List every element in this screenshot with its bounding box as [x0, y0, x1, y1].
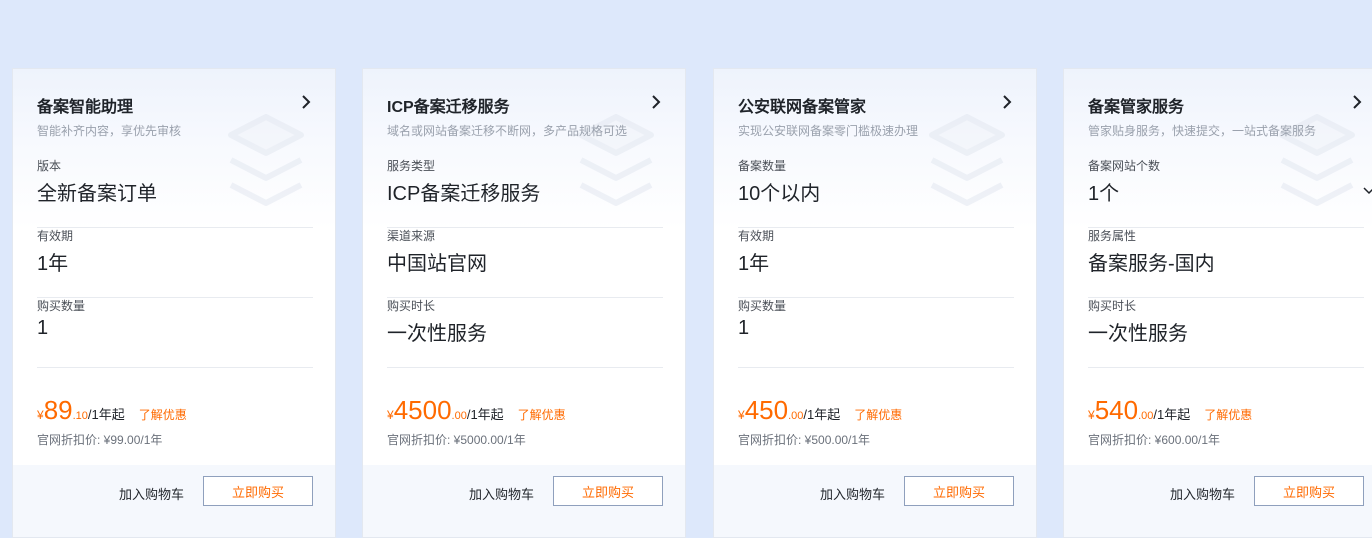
card-title[interactable]: 备案智能助理 — [37, 93, 133, 117]
spec-label: 有效期 — [738, 229, 775, 243]
spec-value: 1年 — [738, 253, 770, 275]
price-row: ¥4500.00/1年起 了解优惠 — [387, 395, 566, 426]
price-integer: 89 — [43, 395, 73, 425]
spec-label: 购买时长 — [1088, 299, 1137, 313]
add-to-cart-button[interactable]: 加入购物车 — [1170, 484, 1235, 503]
card-footer: 加入购物车 立即购买 — [1064, 465, 1372, 537]
price-integer: 540 — [1094, 395, 1139, 425]
chevron-right-icon[interactable] — [649, 93, 663, 111]
product-card: ICP备案迁移服务 域名或网站备案迁移不断网，多产品规格可选 服务类型 ICP备… — [362, 68, 686, 538]
price-unit: /1年起 — [1153, 407, 1191, 422]
card-title[interactable]: 公安联网备案管家 — [738, 93, 866, 117]
price-decimal: .00 — [1138, 410, 1154, 422]
spec-field: 服务属性 备案服务-国内 — [1088, 227, 1364, 298]
promo-link[interactable]: 了解优惠 — [139, 408, 187, 422]
price-unit: /1年起 — [466, 407, 504, 422]
price-currency: ¥ — [1088, 408, 1095, 422]
spec-field: 购买时长 一次性服务 — [1088, 297, 1364, 368]
buy-now-button[interactable]: 立即购买 — [203, 476, 313, 506]
card-subtitle: 管家贴身服务，快速提交，一站式备案服务 — [1088, 124, 1317, 138]
spec-value[interactable]: 1个 — [1088, 177, 1119, 206]
spec-value: ICP备案迁移服务 — [387, 183, 541, 205]
buy-now-button[interactable]: 立即购买 — [1254, 476, 1364, 506]
price-decimal: .00 — [788, 410, 804, 422]
spec-field: 渠道来源 中国站官网 — [387, 227, 663, 298]
price-unit: /1年起 — [803, 407, 841, 422]
spec-value: 1年 — [37, 253, 69, 275]
spec-field: 购买数量 1 — [37, 297, 313, 368]
add-to-cart-button[interactable]: 加入购物车 — [119, 484, 184, 503]
spec-label: 备案网站个数 — [1088, 159, 1161, 173]
price-currency: ¥ — [387, 408, 394, 422]
price-row: ¥450.00/1年起 了解优惠 — [738, 395, 902, 426]
card-title[interactable]: 备案管家服务 — [1088, 93, 1184, 117]
spec-label: 购买数量 — [37, 299, 86, 313]
price-decimal: .00 — [451, 410, 467, 422]
price-integer: 450 — [744, 395, 789, 425]
promo-link[interactable]: 了解优惠 — [854, 408, 902, 422]
price-row: ¥540.00/1年起 了解优惠 — [1088, 395, 1252, 426]
buy-now-button[interactable]: 立即购买 — [904, 476, 1014, 506]
original-price: 官网折扣价: ¥600.00/1年 — [1088, 433, 1221, 447]
card-subtitle: 实现公安联网备案零门槛极速办理 — [738, 124, 919, 138]
spec-value: 1 — [738, 317, 750, 339]
spec-label: 服务属性 — [1088, 229, 1137, 243]
price-decimal: .10 — [72, 410, 88, 422]
spec-label: 有效期 — [37, 229, 74, 243]
original-price: 官网折扣价: ¥500.00/1年 — [738, 433, 871, 447]
spec-label: 购买时长 — [387, 299, 436, 313]
spec-value: 中国站官网 — [387, 253, 487, 275]
product-card: 备案智能助理 智能补齐内容，享优先审核 版本 全新备案订单 有效期 1年 购买数… — [12, 68, 336, 538]
spec-field: 购买时长 一次性服务 — [387, 297, 663, 368]
price-integer: 4500 — [393, 395, 452, 425]
spec-value: 一次性服务 — [387, 323, 487, 345]
product-card: 公安联网备案管家 实现公安联网备案零门槛极速办理 备案数量 10个以内 有效期 … — [713, 68, 1037, 538]
price-unit: /1年起 — [87, 407, 125, 422]
spec-label: 购买数量 — [738, 299, 787, 313]
spec-label: 备案数量 — [738, 159, 787, 173]
card-title[interactable]: ICP备案迁移服务 — [387, 93, 510, 117]
spec-value: 一次性服务 — [1088, 323, 1188, 345]
price-currency: ¥ — [37, 408, 44, 422]
buy-now-button[interactable]: 立即购买 — [553, 476, 663, 506]
price-row: ¥89.10/1年起 了解优惠 — [37, 395, 187, 426]
chevron-right-icon[interactable] — [299, 93, 313, 111]
spec-field: 有效期 1年 — [37, 227, 313, 298]
product-card: 备案管家服务 管家贴身服务，快速提交，一站式备案服务 备案网站个数 1个 服务属… — [1063, 68, 1372, 538]
card-subtitle: 域名或网站备案迁移不断网，多产品规格可选 — [387, 124, 628, 138]
spec-field: 备案数量 10个以内 — [738, 157, 1014, 228]
spec-label: 服务类型 — [387, 159, 436, 173]
spec-field: 版本 全新备案订单 — [37, 157, 313, 228]
spec-field: 购买数量 1 — [738, 297, 1014, 368]
card-footer: 加入购物车 立即购买 — [714, 465, 1036, 537]
spec-field: 服务类型 ICP备案迁移服务 — [387, 157, 663, 228]
spec-field[interactable]: 备案网站个数 1个 — [1088, 157, 1372, 228]
original-price: 官网折扣价: ¥5000.00/1年 — [387, 433, 526, 447]
add-to-cart-button[interactable]: 加入购物车 — [820, 484, 885, 503]
card-subtitle: 智能补齐内容，享优先审核 — [37, 124, 182, 138]
original-price: 官网折扣价: ¥99.00/1年 — [37, 433, 163, 447]
card-footer: 加入购物车 立即购买 — [363, 465, 685, 537]
promo-link[interactable]: 了解优惠 — [1204, 408, 1252, 422]
spec-field: 有效期 1年 — [738, 227, 1014, 298]
spec-label: 版本 — [37, 159, 62, 173]
spec-label: 渠道来源 — [387, 229, 436, 243]
price-currency: ¥ — [738, 408, 745, 422]
spec-value: 1 — [37, 317, 49, 339]
spec-value: 10个以内 — [738, 183, 821, 205]
chevron-right-icon[interactable] — [1000, 93, 1014, 111]
promo-link[interactable]: 了解优惠 — [518, 408, 566, 422]
chevron-down-icon[interactable] — [1362, 183, 1372, 195]
spec-value: 备案服务-国内 — [1088, 253, 1215, 275]
card-footer: 加入购物车 立即购买 — [13, 465, 335, 537]
spec-value: 全新备案订单 — [37, 183, 157, 205]
chevron-right-icon[interactable] — [1350, 93, 1364, 111]
product-card-list: 备案智能助理 智能补齐内容，享优先审核 版本 全新备案订单 有效期 1年 购买数… — [0, 0, 1372, 538]
add-to-cart-button[interactable]: 加入购物车 — [469, 484, 534, 503]
